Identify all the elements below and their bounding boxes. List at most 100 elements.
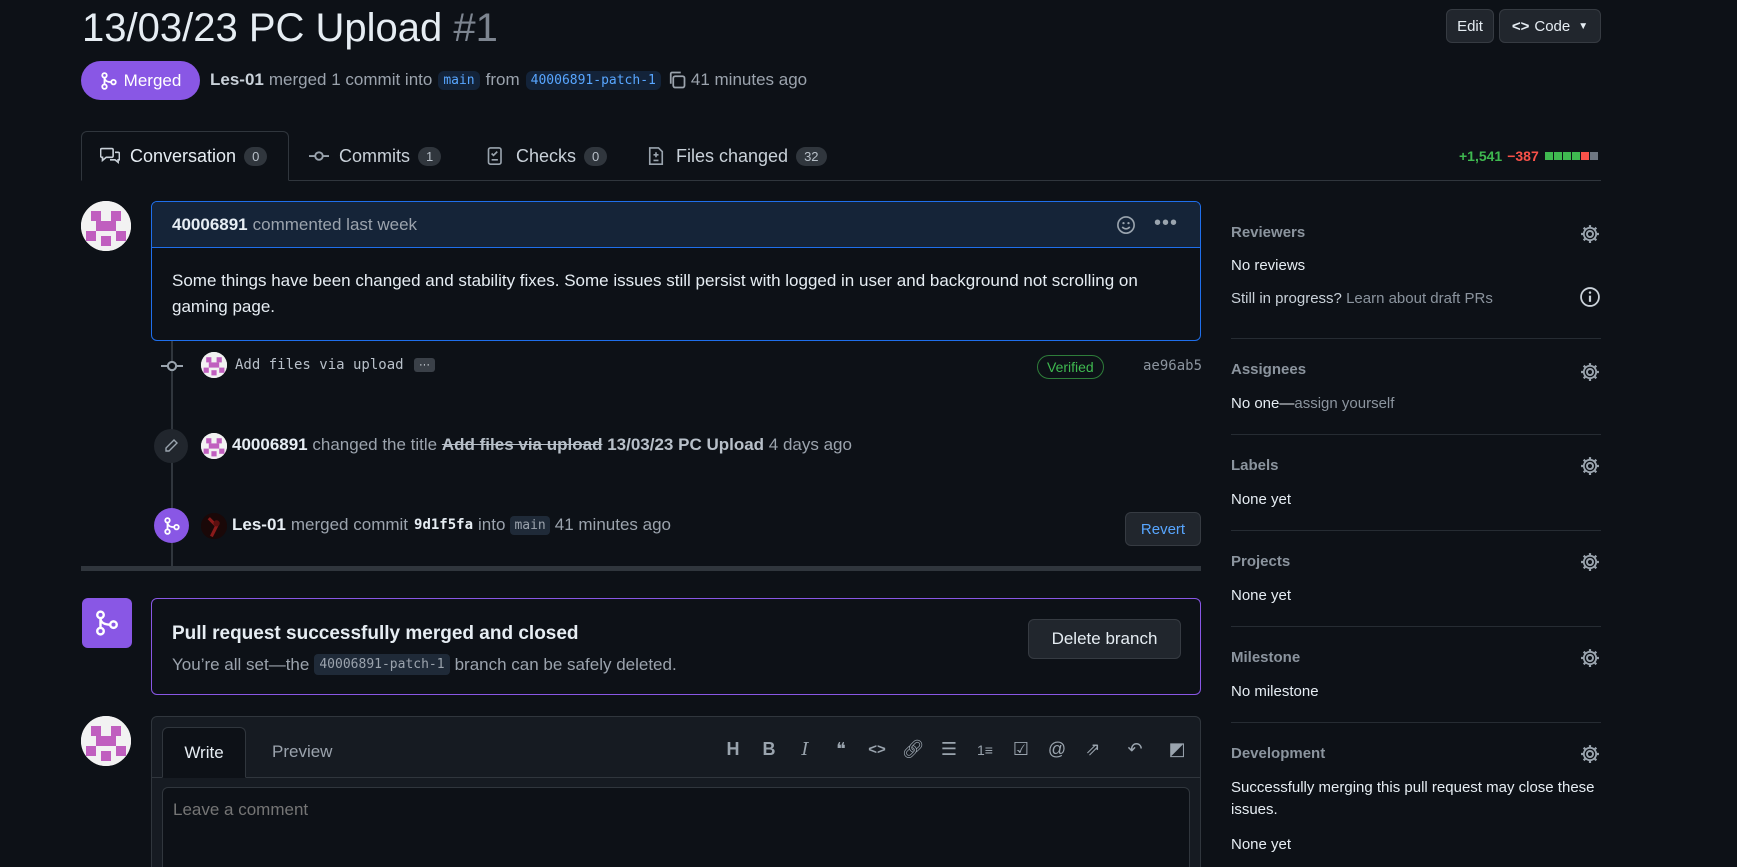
- comment-box: 40006891 commented last week ••• Some th…: [151, 201, 1201, 341]
- tab-files-changed[interactable]: Files changed 32: [646, 131, 827, 181]
- labels-value: None yet: [1231, 491, 1292, 508]
- heading-icon[interactable]: H: [715, 739, 751, 760]
- assignees-title[interactable]: Assignees: [1231, 361, 1306, 378]
- new-title: 13/03/23 PC Upload: [607, 435, 765, 454]
- merged-box: Pull request successfully merged and clo…: [151, 598, 1201, 695]
- reviewers-title[interactable]: Reviewers: [1231, 224, 1305, 241]
- merge-event-text: Les-01 merged commit 9d1f5fa into main 4…: [232, 515, 672, 535]
- git-merge-icon: [163, 516, 180, 535]
- code-button[interactable]: <> Code ▼: [1499, 9, 1601, 43]
- delete-branch-button[interactable]: Delete branch: [1028, 619, 1181, 659]
- edit-button[interactable]: Edit: [1446, 9, 1494, 43]
- git-commit-icon: [309, 151, 329, 161]
- pr-title-text: 13/03/23 PC Upload: [82, 6, 443, 50]
- tab-commits[interactable]: Commits 1: [309, 131, 442, 181]
- italic-icon[interactable]: I: [787, 739, 823, 760]
- write-tab[interactable]: Write: [162, 727, 246, 778]
- labels-title[interactable]: Labels: [1231, 457, 1279, 474]
- merge-status-icon: [82, 598, 132, 648]
- avatar[interactable]: [201, 352, 227, 378]
- merge-event-badge: [154, 508, 189, 543]
- gear-icon[interactable]: [1579, 223, 1601, 245]
- sidebar-milestone: Milestone No milestone: [1231, 627, 1601, 723]
- git-merge-icon: [96, 610, 118, 636]
- merged-box-branch[interactable]: 40006891-patch-1: [314, 654, 450, 675]
- copy-icon[interactable]: [667, 70, 687, 90]
- pr-meta: Les-01 merged 1 commit into main from 40…: [210, 70, 808, 90]
- chevron-down-icon: ▼: [1578, 20, 1589, 32]
- reply-icon[interactable]: ↶: [1111, 739, 1159, 760]
- diffstat: +1,541 −387: [1459, 148, 1598, 164]
- comment-author[interactable]: 40006891: [172, 215, 248, 235]
- avatar[interactable]: [201, 513, 227, 539]
- smiley-icon[interactable]: [1116, 215, 1136, 235]
- pencil-event-badge: [154, 429, 188, 463]
- code-icon: <>: [1511, 17, 1530, 35]
- sidebar-labels: Labels None yet: [1231, 435, 1601, 531]
- commit-sha-link[interactable]: ae96ab5: [1143, 358, 1202, 374]
- revert-button[interactable]: Revert: [1125, 512, 1201, 546]
- file-diff-icon: [648, 147, 664, 165]
- merged-box-title: Pull request successfully merged and clo…: [172, 623, 579, 644]
- avatar[interactable]: [81, 716, 131, 766]
- comment-input[interactable]: [162, 787, 1190, 867]
- diffstat-deletions: −387: [1507, 148, 1539, 164]
- pr-author-link[interactable]: Les-01: [210, 70, 264, 90]
- diffstat-additions: +1,541: [1459, 148, 1503, 164]
- reference-icon[interactable]: ⇗: [1075, 739, 1111, 760]
- code-icon[interactable]: <>: [859, 741, 895, 758]
- sidebar-assignees: Assignees No one—assign yourself: [1231, 339, 1601, 435]
- gear-icon[interactable]: [1579, 455, 1601, 477]
- development-title[interactable]: Development: [1231, 745, 1325, 762]
- head-branch[interactable]: 40006891-patch-1: [525, 70, 661, 90]
- comment-composer: Write Preview H B I ❝ <> 🔗︎ ☰ 1≡ ☑ @ ⇗ ↶…: [151, 716, 1201, 867]
- sidebar-reviewers: Reviewers No reviews Still in progress? …: [1231, 210, 1601, 339]
- comment-body: Some things have been changed and stabil…: [172, 271, 1138, 316]
- mention-icon[interactable]: @: [1039, 739, 1075, 760]
- gear-icon[interactable]: [1579, 361, 1601, 383]
- milestone-value: No milestone: [1231, 683, 1319, 700]
- milestone-title[interactable]: Milestone: [1231, 649, 1300, 666]
- link-icon[interactable]: 🔗︎: [895, 739, 931, 760]
- draft-prs-link[interactable]: Learn about draft PRs: [1346, 290, 1493, 307]
- rename-event-text: 40006891 changed the title Add files via…: [232, 435, 852, 454]
- comment-header: 40006891 commented last week •••: [152, 202, 1200, 248]
- bold-icon[interactable]: B: [751, 739, 787, 760]
- gear-icon[interactable]: [1579, 551, 1601, 573]
- base-branch[interactable]: main: [438, 70, 480, 90]
- commit-message-link[interactable]: Add files via upload: [235, 357, 404, 373]
- quote-icon[interactable]: ❝: [823, 739, 859, 760]
- merge-author[interactable]: Les-01: [232, 515, 286, 535]
- preview-tab[interactable]: Preview: [272, 742, 332, 762]
- sidebar-development: Development Successfully merging this pu…: [1231, 723, 1601, 867]
- tab-checks[interactable]: Checks 0: [486, 131, 608, 181]
- commit-expand-button[interactable]: ···: [414, 358, 435, 372]
- task-list-icon[interactable]: ☑: [1003, 739, 1039, 760]
- merge-commit-sha[interactable]: 9d1f5fa: [414, 517, 473, 533]
- markdown-toolbar: H B I ❝ <> 🔗︎ ☰ 1≡ ☑ @ ⇗ ↶ ◩: [715, 739, 1195, 760]
- ordered-list-icon[interactable]: 1≡: [967, 742, 1003, 758]
- comment-discussion-icon: [100, 147, 120, 164]
- kebab-horizontal-icon[interactable]: •••: [1154, 212, 1178, 235]
- git-merge-icon: [101, 71, 117, 90]
- avatar[interactable]: [201, 433, 227, 459]
- tab-conversation[interactable]: Conversation 0: [81, 131, 289, 181]
- avatar[interactable]: [81, 201, 131, 251]
- merged-box-text: You’re all set—the 40006891-patch-1 bran…: [172, 654, 677, 675]
- timeline-divider: [81, 566, 1201, 571]
- projects-title[interactable]: Projects: [1231, 553, 1290, 570]
- unordered-list-icon[interactable]: ☰: [931, 739, 967, 760]
- pr-title: 13/03/23 PC Upload #1: [82, 4, 498, 52]
- info-icon[interactable]: [1579, 286, 1601, 308]
- gear-icon[interactable]: [1579, 647, 1601, 669]
- pencil-icon: [165, 439, 178, 452]
- rename-author[interactable]: 40006891: [232, 435, 308, 454]
- pr-number: #1: [453, 6, 498, 50]
- verified-badge[interactable]: Verified: [1037, 355, 1104, 379]
- assign-yourself-link[interactable]: assign yourself: [1294, 395, 1394, 412]
- gear-icon[interactable]: [1579, 743, 1601, 765]
- old-title: Add files via upload: [441, 435, 603, 454]
- merge-branch[interactable]: main: [510, 515, 550, 535]
- fullscreen-icon[interactable]: ◩: [1159, 739, 1195, 760]
- projects-value: None yet: [1231, 587, 1292, 604]
